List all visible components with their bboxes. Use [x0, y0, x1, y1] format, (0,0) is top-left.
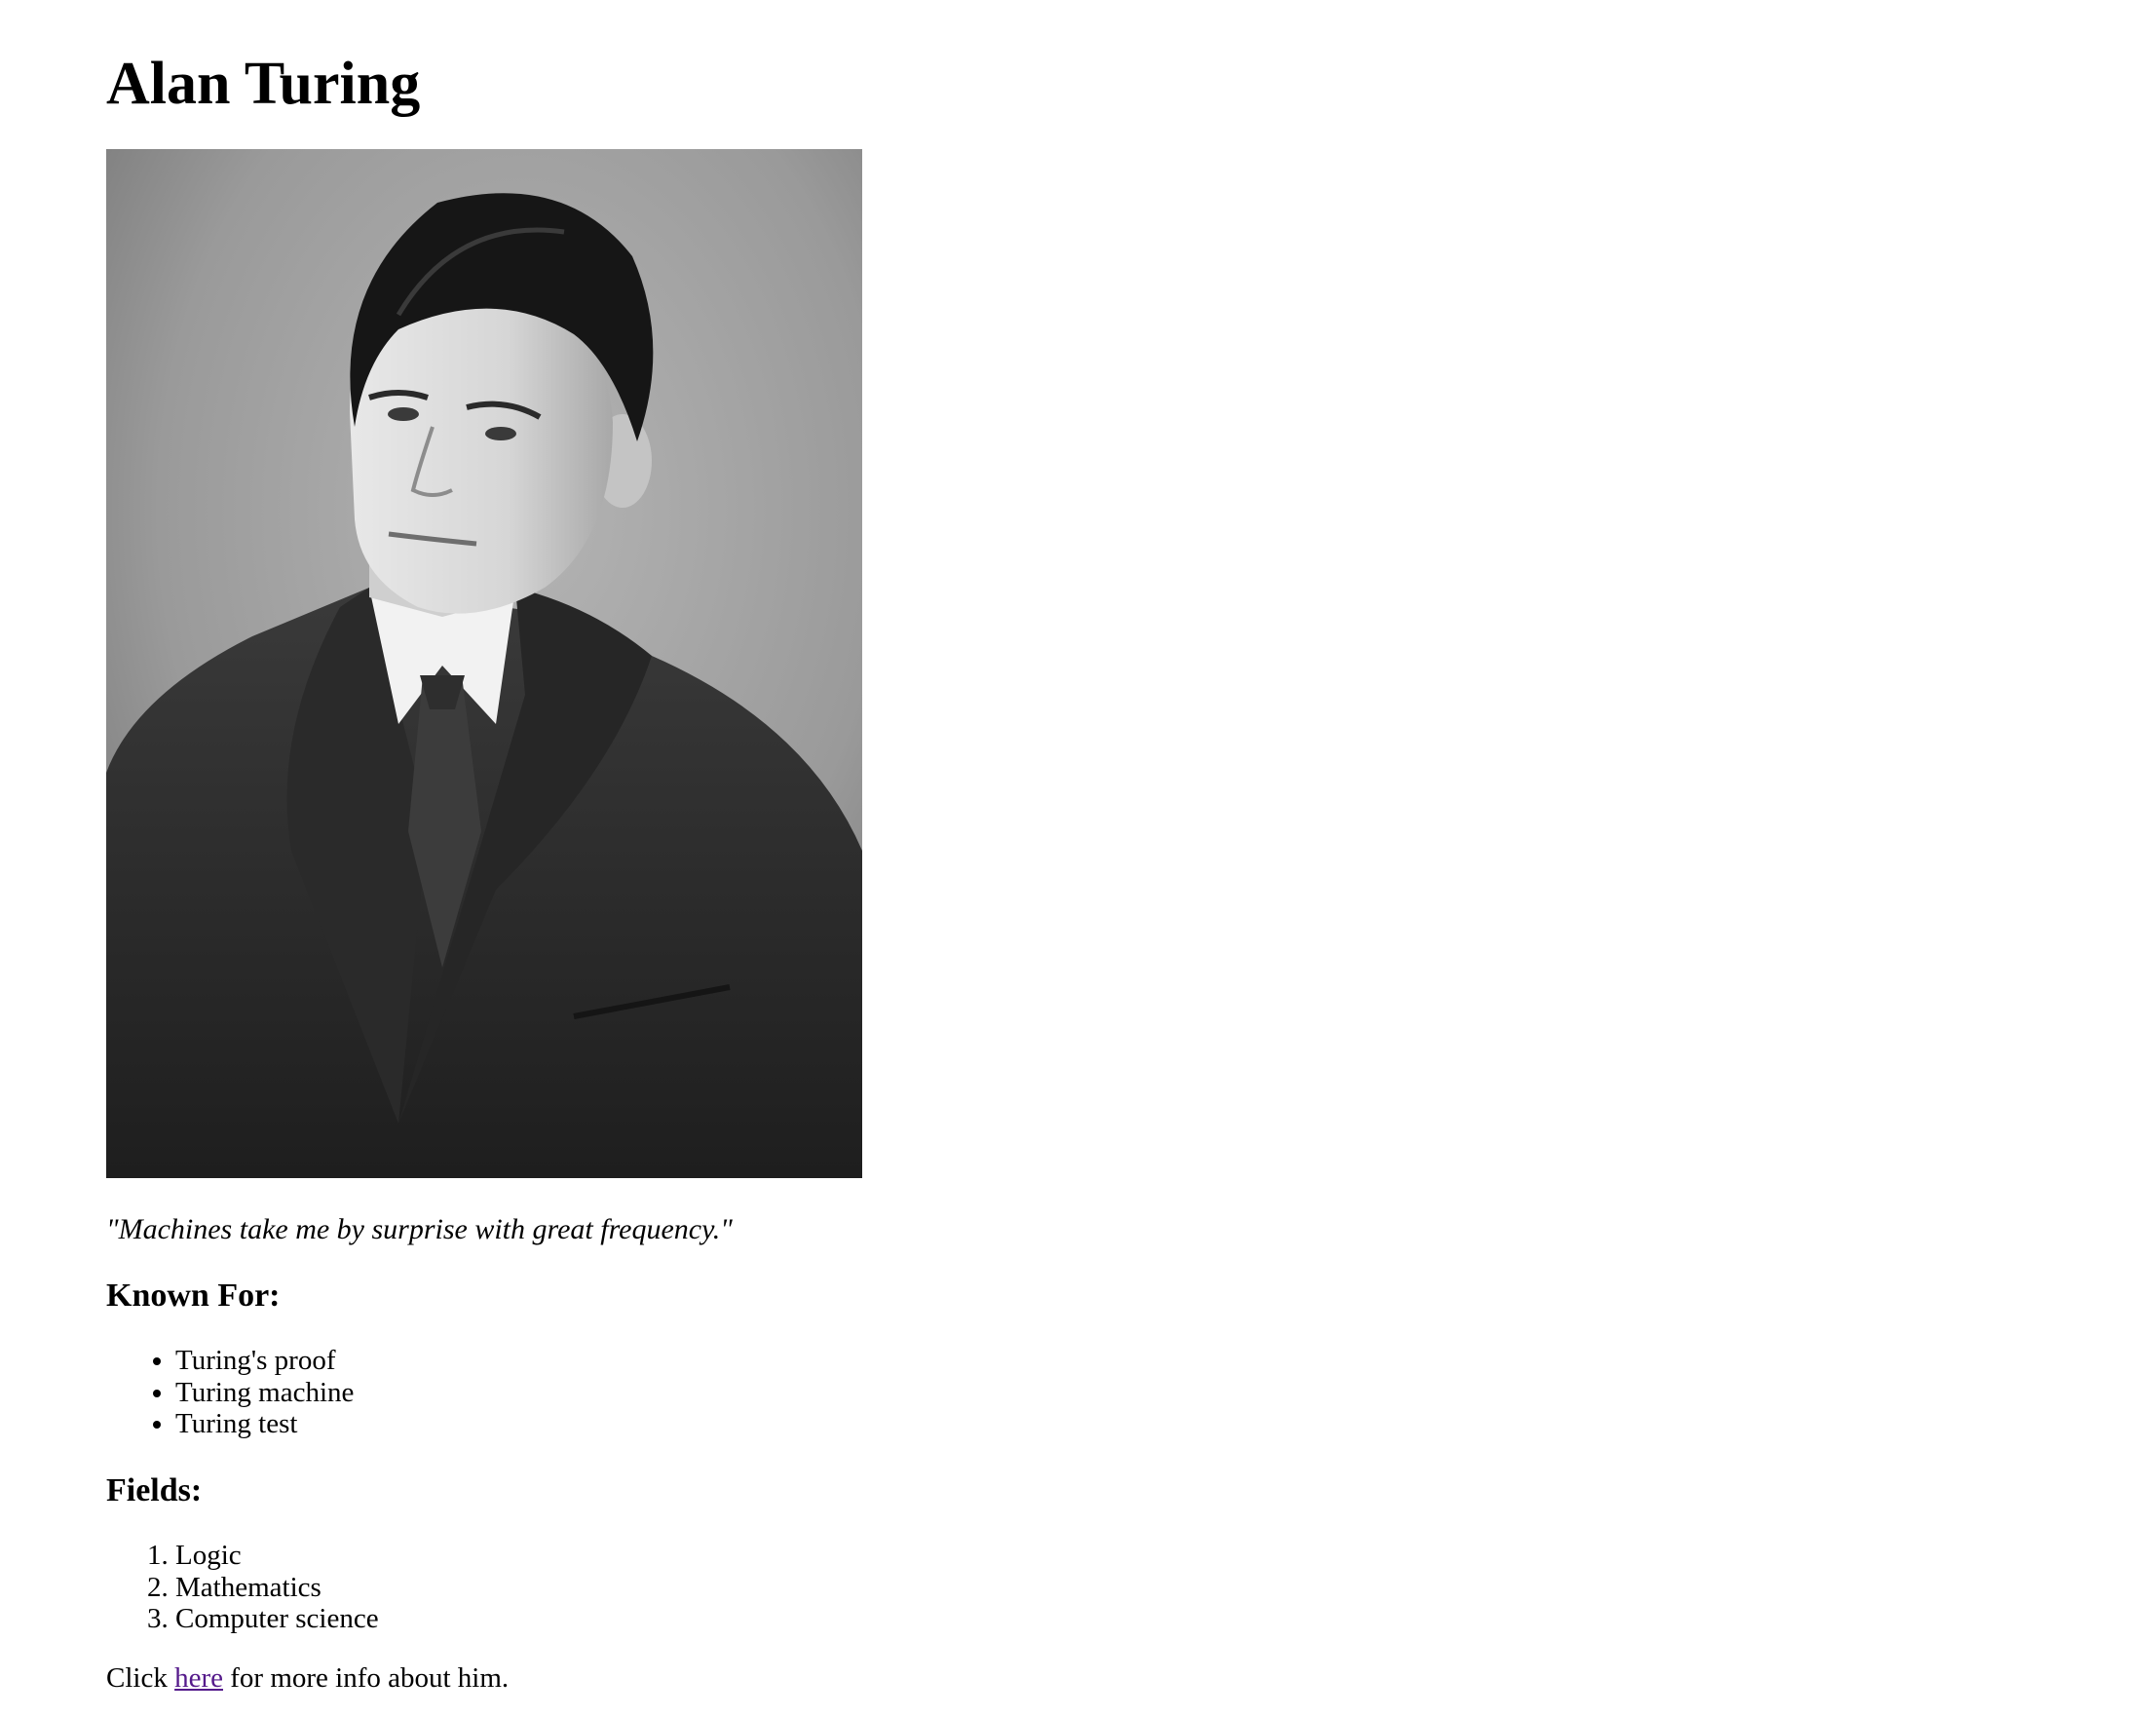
more-info-prefix: Click — [106, 1662, 175, 1694]
page-title: Alan Turing — [106, 51, 421, 117]
more-info-link[interactable]: here — [174, 1662, 223, 1694]
list-item: Mathematics — [175, 1572, 379, 1604]
list-item: Turing's proof — [175, 1345, 354, 1377]
fields-list: Logic Mathematics Computer science — [175, 1540, 379, 1635]
quote-text: "Machines take me by surprise with great… — [106, 1213, 733, 1245]
portrait-photo — [106, 149, 862, 1178]
page: Alan Turing "Machines take me by surpris… — [0, 0, 2156, 1717]
list-item: Logic — [175, 1540, 379, 1572]
more-info-text: Click here for more info about him. — [106, 1660, 509, 1697]
list-item: Turing test — [175, 1408, 354, 1440]
list-item: Computer science — [175, 1603, 379, 1635]
fields-heading: Fields: — [106, 1472, 203, 1508]
more-info-suffix: for more info about him. — [223, 1662, 510, 1694]
known-for-list: Turing's proof Turing machine Turing tes… — [175, 1345, 354, 1440]
list-item: Turing machine — [175, 1377, 354, 1409]
known-for-heading: Known For: — [106, 1278, 281, 1314]
